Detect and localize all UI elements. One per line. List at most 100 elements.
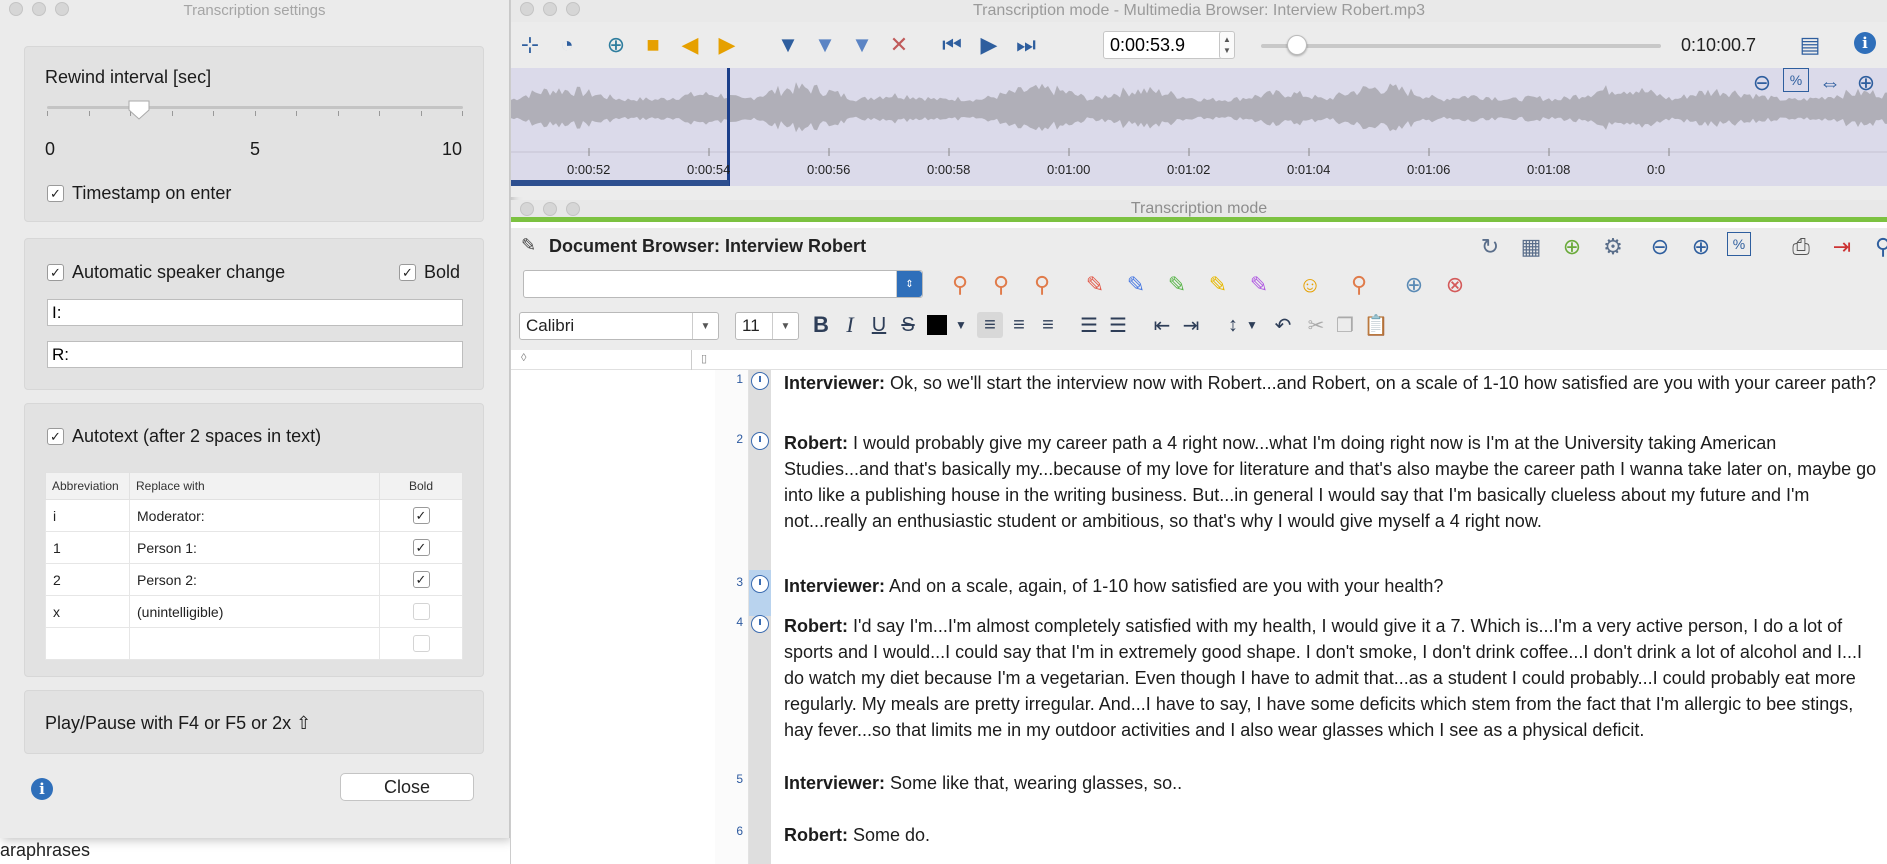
autotext-row[interactable]: 1 Person 1: ✓ (45, 531, 463, 564)
bookmark-prev-icon[interactable]: ▼ (810, 30, 840, 60)
doc-zoom-out-icon[interactable]: ⊖ (1645, 232, 1675, 262)
align-center-icon[interactable]: ≡ (1006, 312, 1032, 338)
autotext-row[interactable] (45, 627, 463, 660)
position-slider-knob[interactable] (1287, 35, 1307, 55)
abbreviation-cell[interactable]: x (45, 595, 130, 628)
bookmark-delete-icon[interactable]: ✕ (884, 30, 914, 60)
autotext-row[interactable]: i Moderator: ✓ (45, 499, 463, 532)
code-add-icon[interactable]: ⚲ (986, 270, 1016, 300)
font-caret-icon[interactable]: ▼ (692, 313, 718, 339)
col-bold[interactable]: Bold (379, 472, 463, 500)
print-icon[interactable]: ⎙ (1786, 232, 1816, 262)
autotext-row[interactable]: 2 Person 2: ✓ (45, 563, 463, 596)
tr-close-button[interactable] (520, 202, 534, 216)
speaker1-field[interactable] (47, 299, 463, 326)
autotext-row[interactable]: x (unintelligible) (45, 595, 463, 628)
number-list-icon[interactable]: ☰ (1105, 312, 1131, 338)
indent-icon[interactable]: ⇥ (1178, 312, 1204, 338)
skip-back-icon[interactable]: ⏮ (937, 30, 967, 60)
text-color-caret-icon[interactable]: ▼ (948, 312, 974, 338)
cut-icon[interactable]: ✂ (1303, 312, 1329, 338)
replace-cell[interactable] (129, 627, 380, 660)
bookmark-next-icon[interactable]: ▼ (847, 30, 877, 60)
transcript-paragraph[interactable]: Robert: I would probably give my career … (784, 430, 1884, 534)
code-pin-icon[interactable]: ⚲ (1344, 270, 1374, 300)
bold-checkbox[interactable]: ✓ (399, 264, 416, 281)
zoom-in-icon[interactable]: ⊕ (1851, 68, 1881, 98)
replace-cell[interactable]: (unintelligible) (129, 595, 380, 628)
transcript-paragraph[interactable]: Robert: I'd say I'm...I'm almost complet… (784, 613, 1884, 743)
copy-icon[interactable]: ❐ (1332, 312, 1358, 338)
bold-icon[interactable]: B (808, 312, 834, 338)
doc-zoom-in-icon[interactable]: ⊕ (1686, 232, 1716, 262)
code-multi-icon[interactable]: ⚲ (1027, 270, 1057, 300)
search-icon[interactable]: ⚲ (1868, 232, 1887, 262)
bookmark-icon[interactable]: ▼ (773, 30, 803, 60)
align-left-icon[interactable]: ≡ (977, 312, 1003, 338)
align-right-icon[interactable]: ≡ (1035, 312, 1061, 338)
memo-next-icon[interactable]: ▶ (712, 30, 742, 60)
row-bold-checkbox[interactable] (412, 603, 430, 621)
add-timestamp-icon[interactable]: ⊕ (1557, 232, 1587, 262)
rewind-slider-thumb[interactable] (128, 99, 150, 120)
media-close-button[interactable] (520, 2, 534, 16)
speaker-change-checkbox[interactable]: ✓ (47, 264, 64, 281)
media-minimize-button[interactable] (543, 2, 557, 16)
position-slider-track[interactable] (1261, 44, 1661, 48)
italic-icon[interactable]: I (837, 312, 863, 338)
code-select[interactable]: ⇕ (523, 270, 923, 298)
memo-add-icon[interactable]: ■ (638, 30, 668, 60)
replace-cell[interactable]: Moderator: (129, 499, 380, 532)
tr-zoom-button[interactable] (566, 202, 580, 216)
highlight-red-icon[interactable]: ✎ (1080, 270, 1110, 300)
line-spacing-caret-icon[interactable]: ▼ (1239, 312, 1265, 338)
font-select[interactable]: Calibri ▼ (519, 312, 719, 340)
edit-doc-icon[interactable]: ✎ (521, 235, 536, 256)
timestamp-settings-icon[interactable]: ⚙ (1598, 232, 1628, 262)
play-icon[interactable]: ▶ (974, 30, 1004, 60)
timestamp-clock-icon[interactable] (751, 372, 769, 390)
highlight-yellow-icon[interactable]: ✎ (1203, 270, 1233, 300)
timestamp-clock-icon[interactable] (751, 615, 769, 633)
zoom-out-icon[interactable]: ⊖ (1747, 68, 1777, 98)
timestamp-checkbox[interactable]: ✓ (47, 185, 64, 202)
col-abbreviation[interactable]: Abbreviation (45, 472, 130, 500)
waveform[interactable]: ⊖ % ⇔ ⊕ 0:00:52 0:00:54 0:00:56 0:00:58 0:01… (511, 68, 1887, 186)
time-stepper[interactable]: ▲ ▼ (1219, 31, 1235, 59)
timestamp-clock-icon[interactable] (751, 575, 769, 593)
strikethrough-icon[interactable]: S (895, 312, 921, 338)
abbreviation-cell[interactable]: i (45, 499, 130, 532)
code-select-stepper[interactable]: ⇕ (896, 271, 922, 297)
transcript-paragraph[interactable]: Interviewer: And on a scale, again, of 1… (784, 573, 1884, 599)
link-remove-icon[interactable]: ⊗ (1440, 270, 1470, 300)
replace-cell[interactable]: Person 2: (129, 563, 380, 596)
memo-prev-icon[interactable]: ◀ (675, 30, 705, 60)
table-icon[interactable]: ▦ (1516, 232, 1546, 262)
row-bold-checkbox[interactable]: ✓ (412, 507, 430, 525)
transcript-area[interactable]: 1 Interviewer: Ok, so we'll start the int… (511, 370, 1887, 864)
timestamp-clock-icon[interactable] (751, 432, 769, 450)
toolbar-settings-icon[interactable]: ⊹ (515, 30, 545, 60)
column-divider[interactable] (691, 350, 692, 370)
autotext-checkbox[interactable]: ✓ (47, 428, 64, 445)
media-zoom-button[interactable] (566, 2, 580, 16)
media-info-icon[interactable]: i (1854, 32, 1876, 54)
highlight-blue-icon[interactable]: ✎ (1121, 270, 1151, 300)
row-bold-checkbox[interactable]: ✓ (412, 539, 430, 557)
rewind-slider-track[interactable] (47, 106, 463, 109)
zoom-100-icon[interactable]: % (1783, 68, 1809, 92)
abbreviation-cell[interactable]: 2 (45, 563, 130, 596)
doc-zoom-100-icon[interactable]: % (1727, 232, 1751, 256)
tr-minimize-button[interactable] (543, 202, 557, 216)
zoom-window-button[interactable] (55, 2, 69, 16)
speaker2-field[interactable] (47, 341, 463, 368)
size-caret-icon[interactable]: ▼ (772, 313, 798, 339)
info-icon[interactable]: i (31, 778, 53, 800)
fit-width-icon[interactable]: ⇔ (1815, 68, 1845, 98)
paste-icon[interactable]: 📋 (1363, 312, 1389, 338)
row-bold-checkbox[interactable]: ✓ (412, 571, 430, 589)
abbreviation-cell[interactable] (45, 627, 130, 660)
bullet-list-icon[interactable]: ☰ (1076, 312, 1102, 338)
abbreviation-cell[interactable]: 1 (45, 531, 130, 564)
transcript-paragraph[interactable]: Interviewer: Some like that, wearing gla… (784, 770, 1884, 796)
